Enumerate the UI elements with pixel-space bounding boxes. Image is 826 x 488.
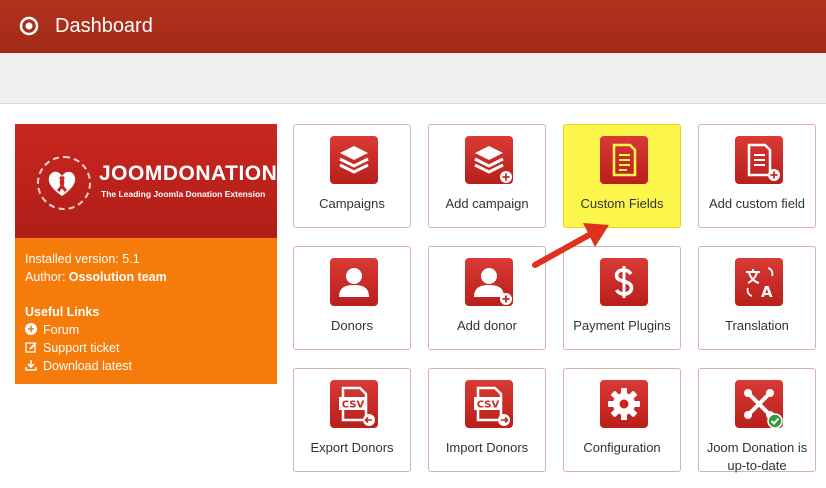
tile-configuration-label: Configuration [583,440,661,455]
tile-add-campaign-label: Add campaign [445,196,529,211]
tile-import-donors[interactable]: CSV Import Donors [428,368,546,472]
tile-donors[interactable]: Donors [293,246,411,350]
layers-add-icon [474,146,512,183]
header-bar: Dashboard [0,0,826,53]
link-download-latest[interactable]: Download latest [25,359,132,373]
author-line: Author: Ossolution team [25,270,167,284]
tile-export-donors[interactable]: CSV Export Donors [293,368,411,472]
tile-payment-plugins-label: Payment Plugins [573,318,671,333]
user-add-icon [474,268,512,305]
tile-configuration[interactable]: Configuration [563,368,681,472]
tile-translation[interactable]: A Translation [698,246,816,350]
tile-translation-label: Translation [725,318,789,333]
link-support-ticket[interactable]: Support ticket [25,341,119,355]
translate-icon: A [746,267,774,301]
useful-links-title: Useful Links [25,305,100,319]
tile-update-status-label: Joom Donation is up-to-date [706,440,808,473]
tile-add-donor-label: Add donor [457,318,517,333]
tile-add-campaign[interactable]: Add campaign [428,124,546,228]
brand-banner: JOOMDONATION The Leading Joomla Donation… [15,124,277,238]
document-icon [612,143,637,177]
author-name: Ossolution team [68,270,167,284]
annotation-arrow-icon [532,223,609,268]
user-icon [339,268,369,297]
tile-donors-label: Donors [331,318,373,333]
link-support-label: Support ticket [43,341,120,355]
link-forum[interactable]: Forum [25,323,79,337]
tile-custom-fields-label: Custom Fields [580,196,664,211]
link-forum-label: Forum [43,323,80,337]
brand-name: JOOMDONATION [99,162,278,185]
svg-text:A: A [761,283,773,301]
dashboard-icon [19,16,39,36]
joomla-check-icon [744,389,783,428]
gear-icon [608,388,640,420]
installed-version: Installed version: 5.1 [25,252,140,266]
tile-add-custom-field[interactable]: Add custom field [698,124,816,228]
heart-ribbon-logo-icon [37,156,91,210]
tile-campaigns[interactable]: Campaigns [293,124,411,228]
page-title: Dashboard [55,15,153,37]
document-add-icon [747,143,780,181]
tile-import-donors-label: Import Donors [445,440,529,455]
tile-update-status[interactable]: Joom Donation is up-to-date [698,368,816,473]
svg-text:CSV: CSV [342,400,365,411]
plus-circle-icon [25,323,37,335]
csv-import-icon: CSV [474,386,510,426]
tile-campaigns-label: Campaigns [319,196,385,211]
link-download-label: Download latest [43,359,132,373]
brand-tagline: The Leading Joomla Donation Extension [101,189,266,199]
csv-export-icon: CSV [339,386,375,426]
download-icon [25,360,37,371]
edit-icon [25,342,37,353]
toolbar [0,53,826,104]
svg-text:CSV: CSV [477,400,500,411]
layers-icon [339,146,369,174]
author-label: Author: [25,270,66,284]
tile-custom-fields[interactable]: Custom Fields [563,124,681,228]
info-panel: JOOMDONATION The Leading Joomla Donation… [15,124,277,384]
tile-export-donors-label: Export Donors [310,440,394,455]
tile-add-custom-field-label: Add custom field [708,196,806,211]
